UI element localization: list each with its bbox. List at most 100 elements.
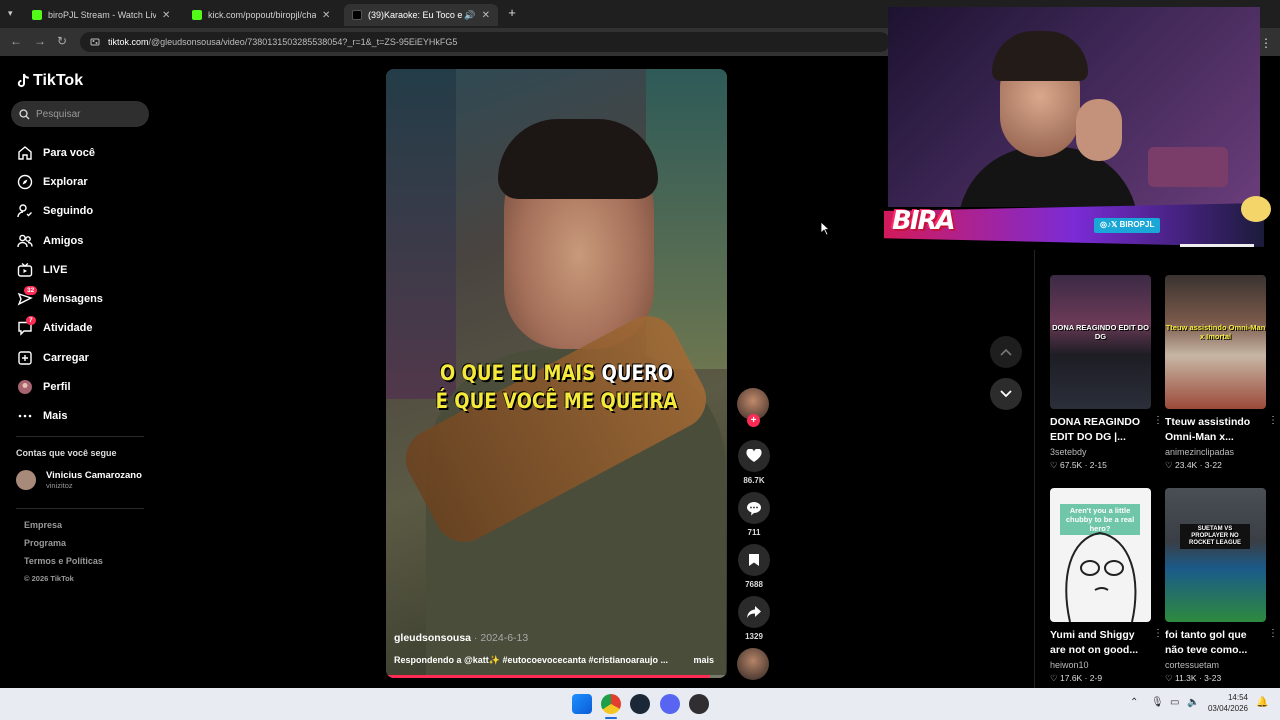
sidebar-item-seguindo[interactable]: Seguindo xyxy=(16,197,103,226)
sidebar-divider xyxy=(16,436,144,437)
card-date: 2-9 xyxy=(1089,673,1103,683)
friends-icon xyxy=(16,232,34,250)
previous-video-button[interactable] xyxy=(990,336,1022,368)
card-more-icon[interactable]: ⋮ xyxy=(1268,415,1278,426)
sidebar-item-mais[interactable]: Mais xyxy=(16,402,103,431)
video-progress-fill xyxy=(386,675,710,678)
share-count: 1329 xyxy=(745,632,763,641)
thumbnail-text: Tteuw assistindo Omni-Man x Imortal xyxy=(1165,323,1266,341)
discord-app-icon[interactable] xyxy=(660,694,680,714)
card-stats: ♡ 23.4K · 3-22 xyxy=(1165,460,1222,470)
description-more-link[interactable]: mais xyxy=(693,655,714,666)
steam-app-icon[interactable] xyxy=(630,694,650,714)
card-author[interactable]: cortessuetam xyxy=(1165,660,1266,670)
browser-menu-icon[interactable]: ⋮ xyxy=(1260,36,1272,50)
social-handle-badge: ◎♪𝕏 BIROPJL xyxy=(1094,218,1161,233)
browser-tab-kick-stream[interactable]: biroPJL Stream - Watch Live on ✕ xyxy=(24,4,182,26)
sidebar-item-label: Mais xyxy=(43,410,68,423)
audio-playing-icon[interactable]: 🔊 xyxy=(464,10,475,21)
sidebar-item-carregar[interactable]: Carregar xyxy=(16,343,103,372)
sidebar-item-live[interactable]: LIVE xyxy=(16,255,103,284)
microphone-icon[interactable]: 🎙 xyxy=(1151,697,1164,708)
tab-close-icon[interactable]: ✕ xyxy=(162,10,170,21)
card-more-icon[interactable]: ⋮ xyxy=(1268,628,1278,639)
sidebar-item-mensagens[interactable]: 32 Mensagens xyxy=(16,284,103,313)
browser-tab-kick-chat[interactable]: kick.com/popout/biropjl/chat ✕ xyxy=(184,4,342,26)
video-progress-bar[interactable] xyxy=(386,675,727,678)
card-likes: 23.4K xyxy=(1175,460,1198,470)
card-author[interactable]: animezinclipadas xyxy=(1165,447,1266,457)
sidebar-item-para-voce[interactable]: Para você xyxy=(16,138,103,167)
footer-link-empresa[interactable]: Empresa xyxy=(24,520,103,538)
heart-outline-icon: ♡ xyxy=(1165,460,1173,470)
network-icon[interactable]: ▭ xyxy=(1170,697,1179,708)
footer-link-programa[interactable]: Programa xyxy=(24,538,103,556)
forward-icon[interactable]: → xyxy=(34,34,46,48)
video-thumbnail: SUETAM VS PROPLAYER NO ROCKET LEAGUE xyxy=(1165,488,1266,622)
volume-icon[interactable]: 🔈 xyxy=(1187,697,1199,708)
tab-close-icon[interactable]: ✕ xyxy=(322,10,330,21)
more-icon xyxy=(16,407,34,425)
description-text: Respondendo a @katt✨ #eutocoevocecanta #… xyxy=(394,655,669,665)
chrome-app-icon[interactable] xyxy=(601,694,621,714)
sidebar-item-amigos[interactable]: Amigos xyxy=(16,226,103,255)
banner-underline xyxy=(1180,244,1254,247)
caption-line1-highlight: O QUE EU MAIS xyxy=(439,361,596,385)
thumbnail-text: DONA REAGINDO EDIT DO DG xyxy=(1052,323,1149,341)
windows-start-icon[interactable] xyxy=(572,694,592,714)
next-video-button[interactable] xyxy=(990,378,1022,410)
footer-link-termos[interactable]: Termos e Políticas xyxy=(24,556,103,574)
notifications-icon[interactable]: 🔔 xyxy=(1256,697,1268,708)
reload-icon[interactable]: ↻ xyxy=(57,34,67,48)
video-thumbnail: Tteuw assistindo Omni-Man x Imortal xyxy=(1165,275,1266,409)
mouse-cursor-icon xyxy=(820,221,830,236)
recommended-video-card[interactable]: SUETAM VS PROPLAYER NO ROCKET LEAGUE foi… xyxy=(1165,488,1278,684)
heart-icon xyxy=(746,449,762,462)
chevron-down-icon xyxy=(1000,390,1012,398)
follow-plus-icon[interactable]: + xyxy=(747,414,760,427)
recommended-video-card[interactable]: DONA REAGINDO EDIT DO DG DONA REAGINDO E… xyxy=(1050,275,1163,471)
tab-list-dropdown-icon[interactable]: ▾ xyxy=(8,8,13,19)
recommended-panel: DONA REAGINDO EDIT DO DG DONA REAGINDO E… xyxy=(1034,250,1280,688)
card-more-icon[interactable]: ⋮ xyxy=(1153,415,1163,426)
tab-close-icon[interactable]: ✕ xyxy=(482,10,490,21)
tiktok-logo[interactable]: TikTok xyxy=(16,72,83,90)
sidebar-item-perfil[interactable]: Perfil xyxy=(16,372,103,401)
like-button[interactable]: 86.7K xyxy=(737,440,771,485)
url-bar[interactable]: tiktok.com/@gleudsonsousa/video/73801315… xyxy=(80,32,890,52)
video-thumbnail: DONA REAGINDO EDIT DO DG xyxy=(1050,275,1151,409)
system-clock[interactable]: 14:54 03/04/2026 xyxy=(1208,692,1248,714)
clock-time: 14:54 xyxy=(1227,693,1248,702)
save-button[interactable]: 7688 xyxy=(737,544,771,589)
following-icon xyxy=(16,202,34,220)
sidebar-item-label: Carregar xyxy=(43,351,89,364)
card-author[interactable]: heiwon10 xyxy=(1050,660,1151,670)
active-app-indicator xyxy=(605,717,617,719)
tiktok-favicon-icon xyxy=(352,10,362,20)
back-icon[interactable]: ← xyxy=(10,34,22,48)
video-player[interactable]: O QUE EU MAIS QUERO É QUE VOCÊ ME QUEIRA… xyxy=(386,69,727,678)
obs-app-icon[interactable] xyxy=(689,694,709,714)
site-info-icon[interactable] xyxy=(90,37,100,47)
comment-button[interactable]: 711 xyxy=(737,492,771,537)
recommended-video-card[interactable]: Tteuw assistindo Omni-Man x Imortal Tteu… xyxy=(1165,275,1278,471)
search-input[interactable]: Pesquisar xyxy=(11,101,149,127)
sidebar-item-atividade[interactable]: 7 Atividade xyxy=(16,314,103,343)
video-date: 2024-6-13 xyxy=(480,632,529,644)
new-tab-button[interactable]: + xyxy=(505,6,519,20)
following-section-title: Contas que você segue xyxy=(16,448,117,458)
share-button[interactable]: 1329 xyxy=(737,596,771,641)
sidebar-item-explorar[interactable]: Explorar xyxy=(16,167,103,196)
tray-overflow-icon[interactable]: ⌃ xyxy=(1130,697,1138,708)
sidebar-divider xyxy=(16,508,144,509)
browser-tab-tiktok[interactable]: (39)Karaoke: Eu Toco e Voc 🔊 ✕ xyxy=(344,4,498,26)
card-author[interactable]: 3setebdy xyxy=(1050,447,1151,457)
card-more-icon[interactable]: ⋮ xyxy=(1153,628,1163,639)
video-author[interactable]: gleudsonsousa xyxy=(394,632,471,644)
sound-avatar[interactable] xyxy=(737,648,769,680)
live-icon xyxy=(16,261,34,279)
followed-account-item[interactable]: Vinicius Camarozano vinizitoz xyxy=(16,470,142,490)
webcam-background-object xyxy=(1148,147,1228,187)
card-title: DONA REAGINDO EDIT DO DG |... xyxy=(1050,416,1141,443)
recommended-video-card[interactable]: Aren't you a little chubby to be a real … xyxy=(1050,488,1163,684)
